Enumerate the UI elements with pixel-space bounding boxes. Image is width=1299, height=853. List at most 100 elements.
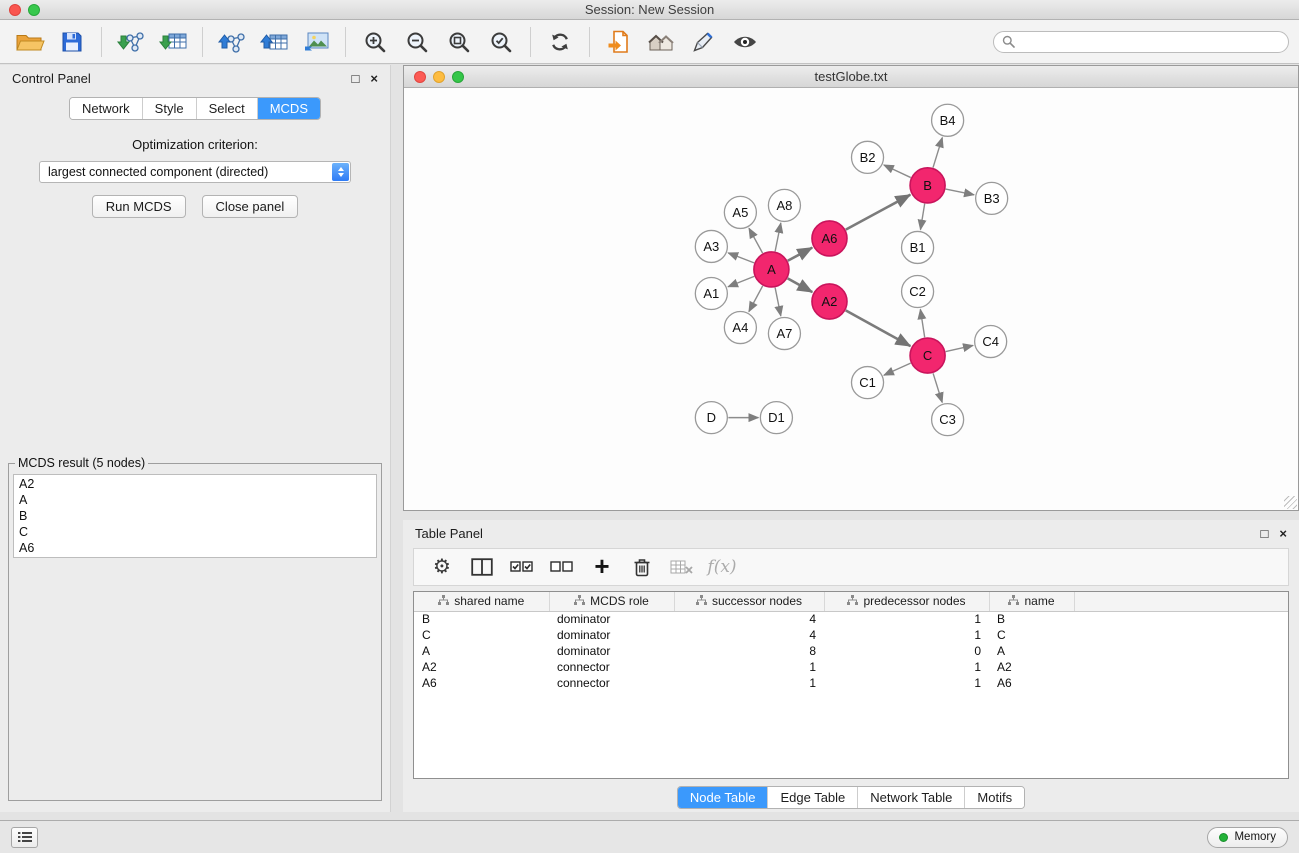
tab-motifs[interactable]: Motifs — [964, 787, 1024, 808]
graph-edge-B-B3[interactable] — [946, 189, 974, 195]
zoom-window-icon[interactable] — [28, 4, 40, 16]
graph-edge-A6-B[interactable] — [846, 195, 911, 230]
graph-edge-C-C1[interactable] — [884, 363, 911, 375]
mcds-result-item[interactable]: A2 — [19, 476, 371, 492]
table-row[interactable]: Adominator80A — [414, 643, 1288, 659]
table-cell[interactable]: A — [414, 643, 549, 659]
graph-edge-A2-C[interactable] — [846, 310, 911, 346]
graph-node-A4[interactable] — [724, 312, 756, 344]
tab-style[interactable]: Style — [142, 98, 196, 119]
graph-node-C1[interactable] — [852, 367, 884, 399]
table-cell[interactable]: 4 — [674, 611, 824, 627]
table-cell[interactable]: connector — [549, 659, 674, 675]
table-cell[interactable]: 1 — [824, 611, 989, 627]
graph-node-B1[interactable] — [902, 231, 934, 263]
criterion-dropdown[interactable]: largest connected component (directed) — [39, 161, 351, 183]
home-view-button[interactable] — [641, 23, 681, 61]
graph-edge-C-C4[interactable] — [946, 345, 973, 351]
graph-node-A2[interactable] — [812, 284, 847, 319]
table-row[interactable]: A6connector11A6 — [414, 675, 1288, 691]
table-cell[interactable]: C — [989, 627, 1074, 643]
tab-network-table[interactable]: Network Table — [857, 787, 964, 808]
table-cell[interactable]: 0 — [824, 643, 989, 659]
graph-edge-A-A6[interactable] — [788, 248, 813, 261]
graph-node-B[interactable] — [910, 168, 945, 203]
deselect-all-button[interactable] — [544, 552, 580, 582]
mcds-result-item[interactable]: C — [19, 524, 371, 540]
delete-table-button[interactable] — [664, 552, 700, 582]
graph-node-B2[interactable] — [852, 141, 884, 173]
graph-node-A[interactable] — [754, 252, 789, 287]
graph-edge-B-B2[interactable] — [884, 165, 911, 178]
table-cell[interactable]: B — [414, 611, 549, 627]
table-row[interactable]: A2connector11A2 — [414, 659, 1288, 675]
tab-node-table[interactable]: Node Table — [678, 787, 768, 808]
close-window-icon[interactable] — [9, 4, 21, 16]
close-panel-icon[interactable]: × — [1279, 527, 1287, 540]
select-all-button[interactable] — [504, 552, 540, 582]
table-cell[interactable]: dominator — [549, 643, 674, 659]
zoom-network-icon[interactable] — [452, 71, 464, 83]
graph-node-A6[interactable] — [812, 221, 847, 256]
column-header-name[interactable]: name — [989, 592, 1074, 611]
graph-edge-A-A8[interactable] — [775, 223, 781, 251]
table-cell[interactable]: A6 — [414, 675, 549, 691]
network-canvas[interactable]: B4B2BB3A5A8A6B1A3AA1C2A2A4A7C4C1CC3DD1 — [404, 88, 1298, 510]
refresh-button[interactable] — [540, 23, 580, 61]
search-input[interactable] — [1020, 35, 1280, 49]
open-file-button[interactable] — [599, 23, 639, 61]
table-cell[interactable]: A6 — [989, 675, 1074, 691]
zoom-in-button[interactable] — [355, 23, 395, 61]
table-settings-button[interactable]: ⚙ — [424, 552, 460, 582]
run-mcds-button[interactable]: Run MCDS — [92, 195, 186, 218]
delete-column-button[interactable] — [624, 552, 660, 582]
mcds-result-item[interactable]: A6 — [19, 540, 371, 556]
tab-mcds[interactable]: MCDS — [257, 98, 320, 119]
table-cell[interactable]: C — [414, 627, 549, 643]
show-details-button[interactable] — [725, 23, 765, 61]
create-column-button[interactable]: + — [584, 552, 620, 582]
zoom-fit-button[interactable] — [439, 23, 479, 61]
graph-edge-A-A4[interactable] — [749, 286, 763, 312]
import-table-button[interactable] — [153, 23, 193, 61]
show-column-button[interactable] — [464, 552, 500, 582]
graph-edge-A-A2[interactable] — [788, 278, 813, 292]
close-panel-icon[interactable]: × — [370, 72, 378, 85]
table-cell[interactable]: 4 — [674, 627, 824, 643]
graph-node-A7[interactable] — [768, 318, 800, 350]
graph-edge-A-A1[interactable] — [728, 276, 754, 286]
graph-node-B4[interactable] — [932, 104, 964, 136]
table-cell[interactable]: B — [989, 611, 1074, 627]
graph-edge-A-A5[interactable] — [749, 228, 763, 253]
table-cell[interactable]: A2 — [414, 659, 549, 675]
zoom-selected-button[interactable] — [481, 23, 521, 61]
graph-node-A8[interactable] — [768, 189, 800, 221]
close-panel-button[interactable]: Close panel — [202, 195, 299, 218]
function-builder-button[interactable]: f(x) — [704, 552, 740, 582]
graph-edge-B-B1[interactable] — [920, 204, 924, 230]
graph-node-A5[interactable] — [724, 196, 756, 228]
import-network-button[interactable] — [111, 23, 151, 61]
graph-edge-A-A3[interactable] — [728, 253, 754, 263]
column-header-predecessor-nodes[interactable]: predecessor nodes — [824, 592, 989, 611]
graph-node-D1[interactable] — [760, 402, 792, 434]
annotation-pen-button[interactable] — [683, 23, 723, 61]
tab-edge-table[interactable]: Edge Table — [767, 787, 857, 808]
table-row[interactable]: Cdominator41C — [414, 627, 1288, 643]
mcds-result-item[interactable]: B — [19, 508, 371, 524]
mcds-result-item[interactable]: A — [19, 492, 371, 508]
tab-network[interactable]: Network — [70, 98, 142, 119]
graph-node-C4[interactable] — [975, 326, 1007, 358]
graph-node-C[interactable] — [910, 338, 945, 373]
export-table-button[interactable] — [254, 23, 294, 61]
graph-edge-C-C3[interactable] — [933, 373, 942, 402]
tab-select[interactable]: Select — [196, 98, 257, 119]
table-cell[interactable]: 1 — [674, 659, 824, 675]
export-image-button[interactable] — [296, 23, 336, 61]
open-session-button[interactable] — [10, 23, 50, 61]
resize-grip[interactable] — [1284, 496, 1297, 509]
table-cell[interactable]: 8 — [674, 643, 824, 659]
graph-node-B3[interactable] — [976, 182, 1008, 214]
graph-edge-B-B4[interactable] — [933, 138, 942, 168]
graph-node-D[interactable] — [695, 402, 727, 434]
